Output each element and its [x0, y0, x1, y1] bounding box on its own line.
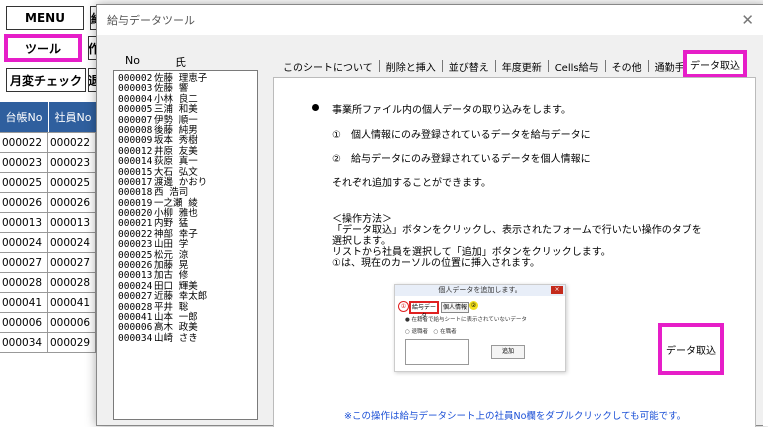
table-row[interactable]: 000026 000026 [0, 193, 100, 213]
dialog-title: 給与データツール [107, 14, 195, 27]
thumb-option-main: ● 在籍者で給与シートに表示されていないデータ [405, 317, 527, 323]
thumb-tab-personal: 個人情報 [441, 302, 469, 313]
tab-data-import[interactable]: データ取込 [683, 50, 747, 78]
desc-1: ① 個人情報にのみ登録されているデータを給与データに [332, 130, 591, 141]
table-row[interactable]: 000027 000027 [0, 253, 100, 273]
thumb-close-icon: × [551, 286, 563, 294]
window-edge [763, 0, 768, 426]
ledger-no-cell[interactable]: 000006 [0, 313, 48, 332]
table-row[interactable]: 000034 000029 [0, 333, 100, 353]
thumb-num-2: ② [469, 301, 478, 310]
employee-no-cell[interactable]: 000023 [48, 153, 96, 172]
employee-name: 山田 学 [154, 239, 189, 251]
table-row[interactable]: 000022 000022 [0, 132, 100, 153]
employee-name: 山崎 さき [154, 332, 198, 344]
thumb-option-status: ○ 退職者 ○ 在職者 [405, 329, 457, 335]
data-import-button[interactable]: データ取込 [658, 323, 724, 375]
close-icon[interactable]: ✕ [741, 11, 754, 29]
employee-id: 000014 [118, 156, 153, 168]
employee-name: 西 浩司 [154, 187, 189, 199]
employee-name: 荻原 真一 [154, 156, 198, 168]
payroll-data-tool-dialog: 給与データツール ✕ No 氏名 000002佐藤 理恵子000003佐藤 響0… [96, 4, 767, 427]
ledger-no-cell[interactable]: 000041 [0, 293, 48, 312]
thumb-num-1: ① [398, 301, 409, 312]
employee-no-cell[interactable]: 000026 [48, 193, 96, 212]
employee-name: 内野 猛 [154, 218, 189, 230]
table-row[interactable]: 000041 000041 [0, 293, 100, 313]
import-form-screenshot: 個人データを追加します。 × ① 給与データ 個人情報 ② ● 在籍者で給与シート… [394, 284, 566, 372]
how-4: ①は、現在のカーソルの位置に挿入されます。 [332, 258, 540, 269]
bullet-icon [312, 104, 319, 111]
desc-2: ② 給与データにのみ登録されているデータを個人情報に [332, 154, 591, 165]
employee-name: 加古 修 [154, 270, 189, 282]
ledger-no-cell[interactable]: 000028 [0, 273, 48, 292]
employee-no-cell[interactable]: 000041 [48, 293, 96, 312]
ledger-no-cell[interactable]: 000023 [0, 153, 48, 172]
employee-no-cell[interactable]: 000013 [48, 213, 96, 232]
employee-name: 大石 弘文 [154, 166, 198, 178]
table-row[interactable]: 000028 000028 [0, 273, 100, 293]
employee-name: 高木 政美 [154, 322, 198, 334]
sheet-header: 台帳No 社員No [0, 102, 100, 132]
tab-about-sheet[interactable]: このシートについて [277, 57, 379, 75]
col-employee-no: 社員No [49, 102, 98, 132]
employee-no-cell[interactable]: 000022 [48, 133, 96, 152]
employee-name: 三浦 和美 [154, 104, 198, 116]
employee-name: 坂本 秀樹 [154, 135, 198, 147]
tab-cells-payroll[interactable]: Cells給与 [549, 57, 605, 75]
thumb-listbox [405, 339, 469, 365]
employee-no-cell[interactable]: 000029 [48, 333, 96, 352]
col-ledger-no: 台帳No [0, 102, 49, 132]
employee-name: 近藤 幸太郎 [154, 291, 208, 303]
desc-3: それぞれ追加することができます。 [332, 178, 491, 189]
tab-other[interactable]: その他 [606, 57, 648, 75]
ledger-no-cell[interactable]: 000034 [0, 333, 48, 352]
data-import-panel: 事業所ファイル内の個人データの取り込みをします。 ① 個人情報にのみ登録されてい… [273, 77, 756, 427]
list-header-no: No [125, 54, 140, 67]
table-row[interactable]: 000023 000023 [0, 153, 100, 173]
employee-listbox[interactable]: 000002 佐藤 理恵子 000003 佐藤 響 000004 小林 良二 000005 三… [113, 70, 258, 420]
thumb-title: 個人データを追加します。 × [395, 285, 565, 296]
ledger-no-cell[interactable]: 000013 [0, 213, 48, 232]
menu-button[interactable]: MENU [6, 6, 84, 30]
employee-no-cell[interactable]: 000028 [48, 273, 96, 292]
employee-no-cell[interactable]: 000024 [48, 233, 96, 252]
ledger-no-cell[interactable]: 000025 [0, 173, 48, 192]
employee-name: 松元 涼 [154, 249, 189, 261]
employee-sheet: 台帳No 社員No 000022 000022 000023 000023 000025… [0, 102, 100, 353]
thumb-tab-payroll: 給与データ [409, 301, 439, 320]
tab-strip: このシートについて 削除と挿入 並び替え 年度更新 Cells給与 その他 通勤… [277, 50, 747, 78]
ledger-no-cell[interactable]: 000022 [0, 133, 48, 152]
ledger-no-cell[interactable]: 000027 [0, 253, 48, 272]
employee-name: 佐藤 響 [154, 83, 189, 95]
employee-no-cell[interactable]: 000027 [48, 253, 96, 272]
employee-id: 000034 [118, 332, 153, 344]
ledger-no-cell[interactable]: 000024 [0, 233, 48, 252]
table-row[interactable]: 000006 000006 [0, 313, 100, 333]
employee-no-cell[interactable]: 000006 [48, 313, 96, 332]
thumb-add-button: 追加 [491, 345, 525, 359]
tab-sort[interactable]: 並び替え [443, 57, 495, 75]
desc-main: 事業所ファイル内の個人データの取り込みをします。 [332, 105, 571, 116]
list-item[interactable]: 000034 山崎 さき [118, 332, 253, 344]
double-click-note: ※この操作は給与データシート上の社員No欄をダブルクリックしても可能です。 [344, 411, 687, 422]
table-row[interactable]: 000024 000024 [0, 233, 100, 253]
table-row[interactable]: 000013 000013 [0, 213, 100, 233]
employee-no-cell[interactable]: 000025 [48, 173, 96, 192]
tool-button[interactable]: ツール [4, 34, 82, 62]
monthly-check-button[interactable]: 月変チェック [6, 68, 86, 92]
ledger-no-cell[interactable]: 000026 [0, 193, 48, 212]
dialog-titlebar: 給与データツール ✕ [97, 5, 766, 35]
employee-name: 伊勢 順一 [154, 114, 198, 126]
table-row[interactable]: 000025 000025 [0, 173, 100, 193]
employee-name: 平井 聡 [154, 301, 189, 313]
tab-year-update[interactable]: 年度更新 [496, 57, 548, 75]
tab-delete-insert[interactable]: 削除と挿入 [380, 57, 442, 75]
